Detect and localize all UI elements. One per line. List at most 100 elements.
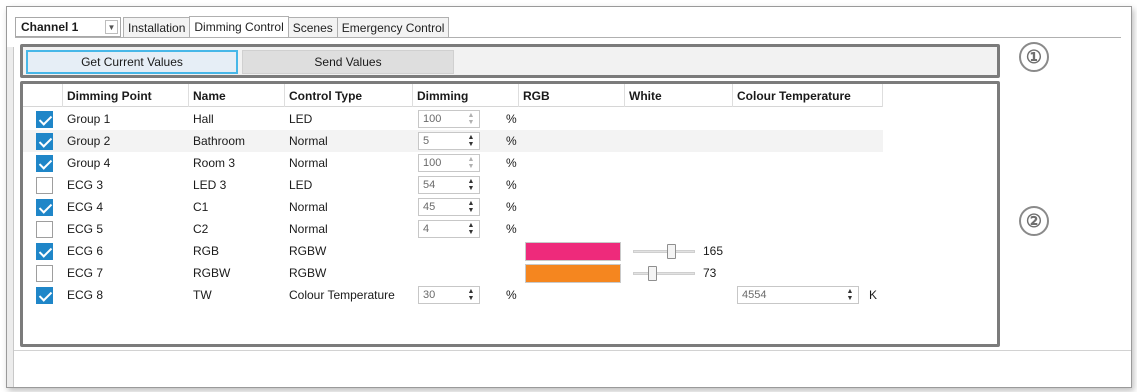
table-row: ECG 3 LED 3 LED 54 ▲ ▼ % [23,174,883,196]
table-row: Group 1 Hall LED 100 ▲ ▼ % [23,108,883,130]
table-row: ECG 8 TW Colour Temperature 30 ▲ ▼ % 4554 ▲… [23,284,883,306]
channel-select[interactable]: Channel 1 ▼ [15,17,121,37]
dimming-value: 45 [423,201,436,213]
dimming-unit: % [506,288,517,302]
dimming-unit: % [506,200,517,214]
dimming-stepper[interactable]: 54 ▲ ▼ [418,176,480,194]
control-type-cell: Normal [289,222,328,236]
column-header-dimming-point[interactable]: Dimming Point [63,84,189,107]
slider-thumb[interactable] [648,266,657,281]
dimming-stepper[interactable]: 30 ▲ ▼ [418,286,480,304]
stepper-arrows-icon[interactable]: ▲ ▼ [466,178,476,192]
table-row: ECG 4 C1 Normal 45 ▲ ▼ % [23,196,883,218]
row-checkbox[interactable] [36,287,53,304]
stepper-arrows-icon[interactable]: ▲ ▼ [466,288,476,302]
dimming-point-cell: ECG 7 [67,266,104,280]
dimming-stepper[interactable]: 100 ▲ ▼ [418,154,480,172]
name-cell: Room 3 [193,156,236,170]
name-cell: C2 [193,222,209,236]
marker-two: ② [1019,206,1049,236]
dimming-stepper[interactable]: 5 ▲ ▼ [418,132,480,150]
dimming-unit: % [506,156,517,170]
control-type-cell: RGBW [289,266,327,280]
white-value: 73 [703,266,717,280]
table-row: Group 2 Bathroom Normal 5 ▲ ▼ % [23,130,883,152]
divider [14,350,1131,351]
stepper-arrows-icon[interactable]: ▲ ▼ [466,156,476,170]
stepper-arrows-icon[interactable]: ▲ ▼ [845,288,855,302]
row-checkbox[interactable] [36,155,53,172]
get-current-values-button[interactable]: Get Current Values [26,50,238,74]
column-header-white[interactable]: White [625,84,733,107]
control-type-cell: Normal [289,200,328,214]
rgb-color-swatch[interactable] [525,264,621,283]
application-window: Channel 1 ▼ Installation Dimming Control… [6,6,1132,388]
dimming-point-cell: ECG 5 [67,222,104,236]
dimming-unit: % [506,222,517,236]
column-header-rgb[interactable]: RGB [519,84,625,107]
name-cell: RGB [193,244,220,258]
stepper-arrows-icon[interactable]: ▲ ▼ [466,112,476,126]
tab-installation[interactable]: Installation [123,17,191,37]
white-slider[interactable] [633,265,695,281]
row-checkbox[interactable] [36,111,53,128]
row-checkbox[interactable] [36,265,53,282]
tab-emergency-control[interactable]: Emergency Control [336,17,450,37]
dimming-stepper[interactable]: 100 ▲ ▼ [418,110,480,128]
dimming-unit: % [506,134,517,148]
dimming-point-cell: ECG 4 [67,200,104,214]
dimming-value: 100 [423,113,442,125]
channel-select-value: Channel 1 [21,20,79,34]
tab-scenes[interactable]: Scenes [287,17,338,37]
dimming-point-cell: ECG 3 [67,178,104,192]
action-toolbar: Get Current Values Send Values [20,44,1000,78]
name-cell: RGBW [193,266,231,280]
table-row: ECG 6 RGB RGBW 165 [23,240,883,262]
stepper-arrows-icon[interactable]: ▲ ▼ [466,222,476,236]
row-checkbox[interactable] [36,177,53,194]
column-header-dimming[interactable]: Dimming [413,84,519,107]
dimming-point-cell: ECG 6 [67,244,104,258]
control-type-cell: LED [289,112,313,126]
dimming-value: 54 [423,179,436,191]
stepper-arrows-icon[interactable]: ▲ ▼ [466,200,476,214]
left-edge [7,47,14,387]
chevron-down-icon[interactable]: ▼ [105,20,118,34]
name-cell: LED 3 [193,178,227,192]
control-type-cell: Normal [289,134,328,148]
dimming-unit: % [506,112,517,126]
dimming-stepper[interactable]: 4 ▲ ▼ [418,220,480,238]
control-type-cell: Colour Temperature [289,288,395,302]
tab-dimming-control[interactable]: Dimming Control [189,16,289,37]
rgb-color-swatch[interactable] [525,242,621,261]
column-header-name[interactable]: Name [189,84,285,107]
table-row: ECG 7 RGBW RGBW 73 [23,262,883,284]
row-checkbox[interactable] [36,221,53,238]
table-row: ECG 5 C2 Normal 4 ▲ ▼ % [23,218,883,240]
row-checkbox[interactable] [36,243,53,260]
dimming-stepper[interactable]: 45 ▲ ▼ [418,198,480,216]
table-header: Dimming Point Name Control Type Dimming … [23,84,883,107]
dimming-value: 5 [423,135,430,147]
name-cell: TW [193,288,212,302]
dimming-point-cell: Group 2 [67,134,111,148]
temperature-unit: K [869,288,878,302]
row-checkbox[interactable] [36,133,53,150]
white-slider[interactable] [633,243,695,259]
control-type-cell: LED [289,178,313,192]
control-type-cell: RGBW [289,244,327,258]
column-header-colour-temperature[interactable]: Colour Temperature [733,84,883,107]
dimming-point-cell: Group 1 [67,112,111,126]
stepper-arrows-icon[interactable]: ▲ ▼ [466,134,476,148]
column-header-control-type[interactable]: Control Type [285,84,413,107]
dimming-value: 100 [423,157,442,169]
dimming-point-cell: ECG 8 [67,288,104,302]
send-values-button[interactable]: Send Values [242,50,454,74]
slider-track [633,250,695,253]
slider-thumb[interactable] [667,244,676,259]
row-checkbox[interactable] [36,199,53,216]
tab-divider [15,37,1121,38]
colour-temperature-stepper[interactable]: 4554 ▲ ▼ [737,286,859,304]
name-cell: Hall [193,112,214,126]
control-type-cell: Normal [289,156,328,170]
